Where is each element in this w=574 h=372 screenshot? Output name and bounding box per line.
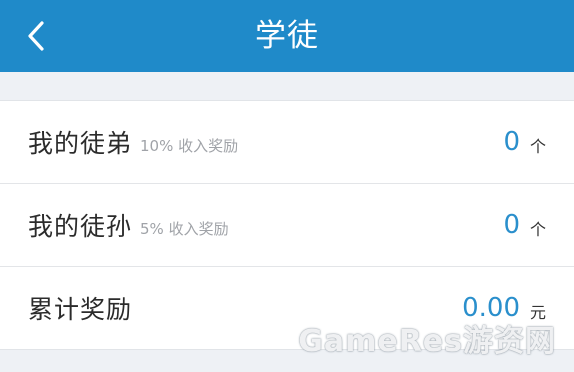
row-label: 我的徒弟 [28,129,133,158]
row-unit: 个 [529,220,546,239]
row-label: 我的徒孙 [28,212,133,241]
stats-list: 我的徒弟 10% 收入奖励 0 个 我的徒孙 5% 收入奖励 0 个 累计奖励 … [0,100,574,350]
page-title: 学徒 [255,18,319,54]
watermark: GameRes游资网 [298,324,556,359]
row-unit: 个 [529,137,546,156]
row-value: 0 [503,210,520,240]
row-label: 累计奖励 [28,295,133,324]
navigation-bar: 学徒 [0,0,574,72]
row-value: 0 [503,127,520,157]
list-item-disciples[interactable]: 我的徒弟 10% 收入奖励 0 个 [0,101,574,184]
list-item-grand-disciples[interactable]: 我的徒孙 5% 收入奖励 0 个 [0,184,574,267]
row-subtitle: 10% 收入奖励 [140,136,239,155]
row-subtitle: 5% 收入奖励 [140,219,229,238]
